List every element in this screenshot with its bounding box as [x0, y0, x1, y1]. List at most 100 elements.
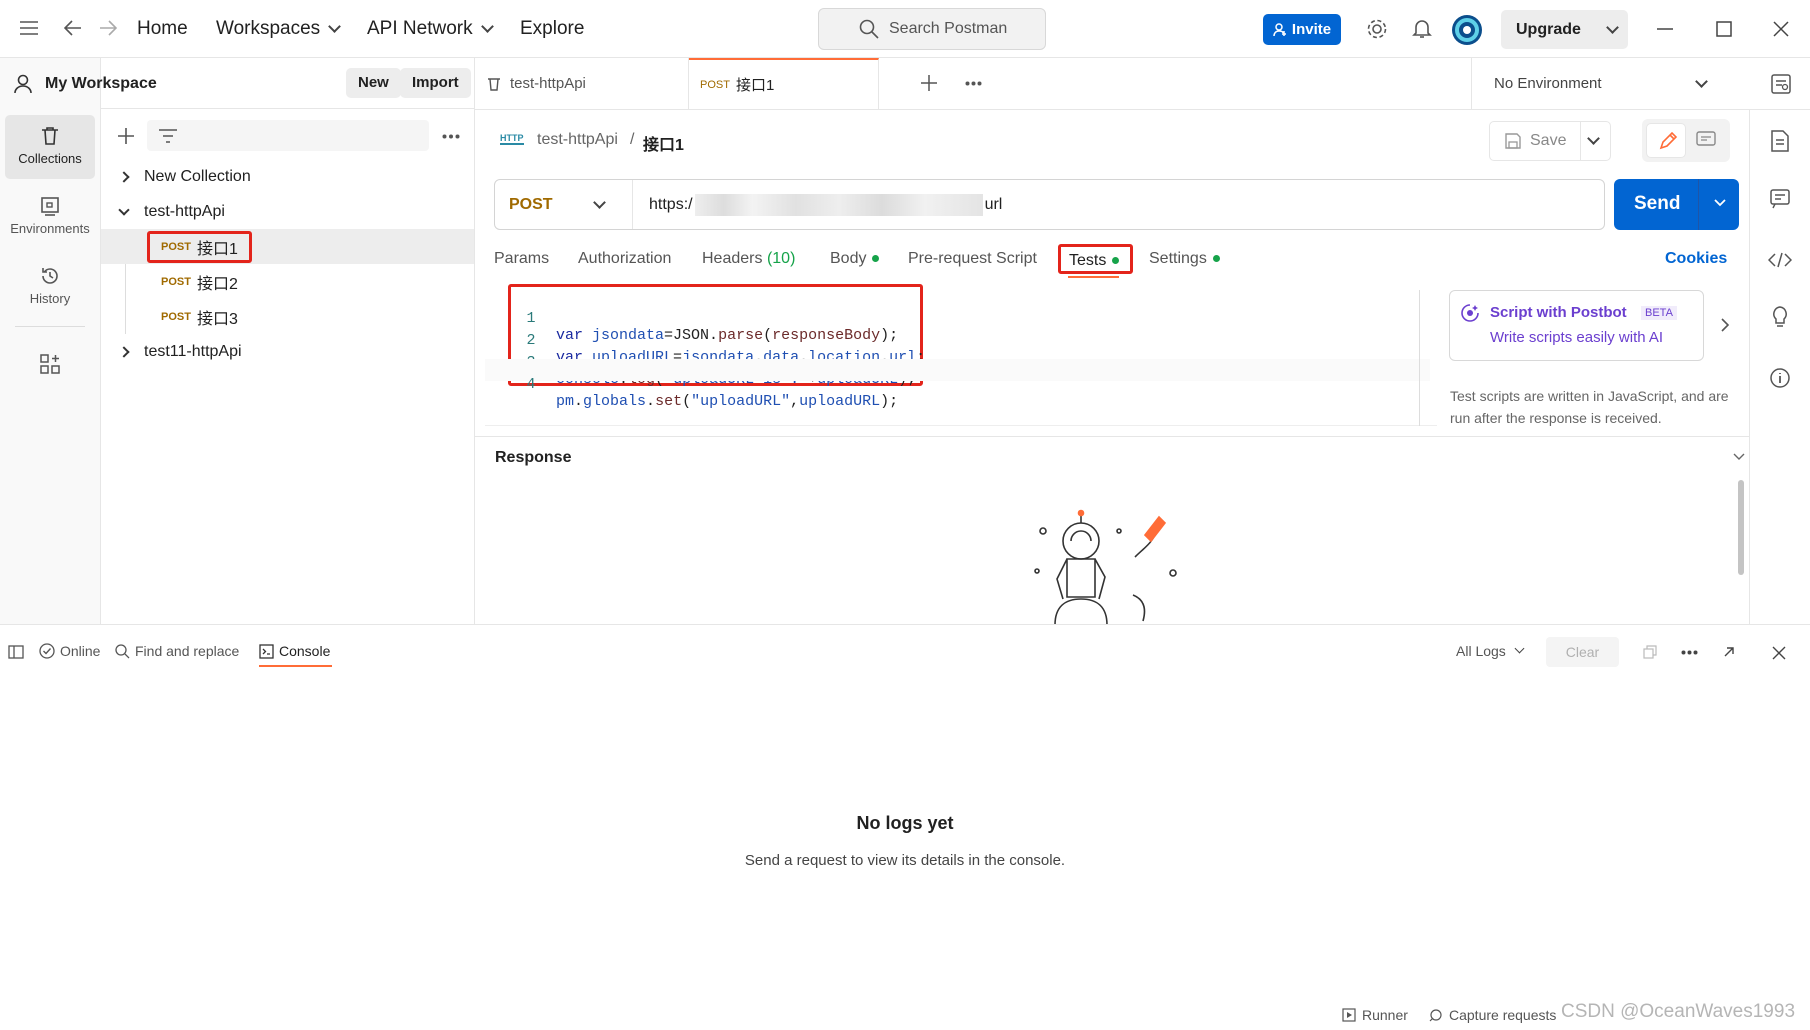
tab-body[interactable]: Body — [830, 250, 880, 268]
save-dropdown-button[interactable] — [1581, 121, 1611, 161]
method-badge: POST — [161, 240, 191, 253]
breadcrumb-request[interactable]: 接口1 — [643, 131, 684, 155]
capture-label: Capture requests — [1449, 1007, 1557, 1023]
tab-test-httpapi[interactable]: test-httpApi — [475, 58, 689, 109]
nav-workspaces[interactable]: Workspaces — [216, 18, 342, 40]
code-line: 2 var uploadURL=jsondata.data.location.u… — [485, 315, 925, 366]
url-suffix: url — [984, 195, 1003, 213]
chevron-right-icon[interactable] — [1720, 318, 1730, 332]
url-input[interactable]: https:/ url — [633, 180, 1603, 229]
documentation-icon[interactable] — [1770, 130, 1790, 152]
rail-collections[interactable]: Collections — [5, 115, 95, 179]
maximize-icon[interactable] — [1716, 21, 1732, 37]
rail-environments[interactable]: Environments — [5, 185, 95, 249]
add-collection-icon[interactable] — [117, 127, 135, 145]
edit-pencil-icon[interactable] — [1646, 123, 1686, 158]
comments-panel-icon[interactable] — [1770, 189, 1790, 209]
postbot-card[interactable]: Script with Postbot BETA Write scripts e… — [1449, 290, 1704, 361]
tests-script-editor[interactable]: 1 var jsondata=JSON.parse(responseBody);… — [485, 284, 1437, 426]
chevron-down-icon[interactable] — [1733, 453, 1745, 461]
tab-tests[interactable]: Tests — [1058, 244, 1133, 274]
tab-console[interactable]: Console — [259, 643, 330, 659]
tab-options-icon[interactable] — [965, 81, 982, 86]
runner-button[interactable]: Runner — [1342, 1007, 1408, 1023]
search-placeholder: Search Postman — [889, 20, 1008, 37]
tree-item-request-1[interactable]: POST 接口1 — [101, 229, 474, 264]
nav-home[interactable]: Home — [137, 18, 188, 40]
online-status[interactable]: Online — [39, 643, 100, 659]
save-button[interactable]: Save — [1489, 121, 1581, 161]
tab-prerequest-script[interactable]: Pre-request Script — [908, 250, 1037, 268]
postbot-icon — [1460, 303, 1480, 323]
tab-headers[interactable]: Headers (10) — [702, 250, 795, 268]
tree-item-test11-httpapi[interactable]: test11-httpApi — [101, 334, 474, 369]
method-select[interactable]: POST — [495, 180, 633, 229]
rail-history[interactable]: History — [5, 255, 95, 319]
add-apps-grid-icon[interactable] — [39, 353, 61, 375]
toggle-sidebar-icon[interactable] — [8, 645, 24, 659]
watermark: CSDN @OceanWaves1993 — [1561, 1001, 1796, 1022]
code-line: 3 console.log("uploadURL is :"+uploadURL… — [485, 337, 916, 388]
info-icon[interactable] — [1770, 368, 1790, 388]
add-tab-icon[interactable] — [921, 75, 937, 91]
environment-select[interactable]: No Environment — [1471, 58, 1749, 109]
tab-settings[interactable]: Settings — [1149, 250, 1220, 268]
code-snippet-icon[interactable] — [1768, 252, 1792, 268]
cookies-link[interactable]: Cookies — [1665, 250, 1727, 268]
close-window-icon[interactable] — [1773, 21, 1789, 37]
tree-item-new-collection[interactable]: New Collection — [101, 159, 474, 194]
method-badge: POST — [161, 275, 191, 288]
chevron-down-icon — [592, 195, 606, 209]
code-line: 1 var jsondata=JSON.parse(responseBody); — [485, 293, 898, 344]
menu-icon[interactable] — [20, 21, 38, 35]
more-options-icon[interactable] — [442, 134, 460, 139]
tab-request-1[interactable]: POST 接口1 — [689, 58, 879, 109]
nav-api-network-label: API Network — [367, 18, 473, 39]
nav-api-network[interactable]: API Network — [367, 18, 494, 40]
tab-body-label: Body — [830, 250, 867, 267]
clear-button[interactable]: Clear — [1546, 637, 1619, 667]
tree-item-request-2[interactable]: POST 接口2 — [101, 264, 474, 299]
forward-arrow-icon[interactable] — [99, 20, 117, 36]
chevron-down-icon — [1606, 20, 1619, 34]
tree-item-label: New Collection — [144, 167, 251, 185]
new-button[interactable]: New — [346, 68, 401, 98]
minimize-icon[interactable] — [1657, 28, 1673, 30]
close-console-icon[interactable] — [1772, 646, 1786, 660]
tree-item-request-3[interactable]: POST 接口3 — [101, 299, 474, 334]
editor-scrollbar[interactable] — [1419, 290, 1420, 426]
active-tab-underline — [259, 665, 332, 667]
search-input[interactable]: Search Postman — [818, 8, 1046, 50]
find-replace-button[interactable]: Find and replace — [115, 643, 239, 659]
import-button[interactable]: Import — [400, 68, 471, 98]
log-level-select[interactable]: All Logs — [1456, 643, 1525, 659]
nav-explore[interactable]: Explore — [520, 18, 584, 40]
empty-state-title: No logs yet — [856, 813, 954, 833]
send-label: Send — [1634, 193, 1681, 214]
back-arrow-icon[interactable] — [64, 20, 82, 36]
tab-headers-label: Headers — [702, 250, 763, 267]
comments-icon[interactable] — [1696, 131, 1716, 149]
tab-params[interactable]: Params — [494, 250, 549, 268]
console-more-icon[interactable] — [1681, 650, 1698, 655]
send-button[interactable]: Send — [1614, 179, 1739, 230]
tree-item-label: 接口3 — [196, 310, 238, 328]
chevron-down-icon[interactable] — [1714, 198, 1726, 208]
environment-quick-look-icon[interactable] — [1771, 74, 1791, 94]
tab-authorization[interactable]: Authorization — [578, 250, 671, 268]
avatar[interactable] — [1451, 14, 1483, 46]
breadcrumb-collection[interactable]: test-httpApi — [537, 131, 618, 149]
capture-requests-button[interactable]: Capture requests — [1429, 1007, 1556, 1023]
copy-icon[interactable] — [1643, 645, 1657, 659]
response-scrollbar[interactable] — [1738, 480, 1744, 575]
pop-out-icon[interactable] — [1723, 646, 1735, 658]
invite-button[interactable]: Invite — [1263, 14, 1341, 45]
settings-gear-icon[interactable] — [1366, 18, 1388, 40]
check-circle-icon — [39, 643, 55, 659]
lightbulb-icon[interactable] — [1771, 306, 1789, 328]
method-badge: POST — [161, 310, 191, 323]
filter-input[interactable] — [147, 120, 429, 151]
upgrade-button[interactable]: Upgrade — [1501, 10, 1628, 49]
tree-item-test-httpapi[interactable]: test-httpApi — [101, 194, 474, 229]
notification-bell-icon[interactable] — [1412, 18, 1432, 40]
